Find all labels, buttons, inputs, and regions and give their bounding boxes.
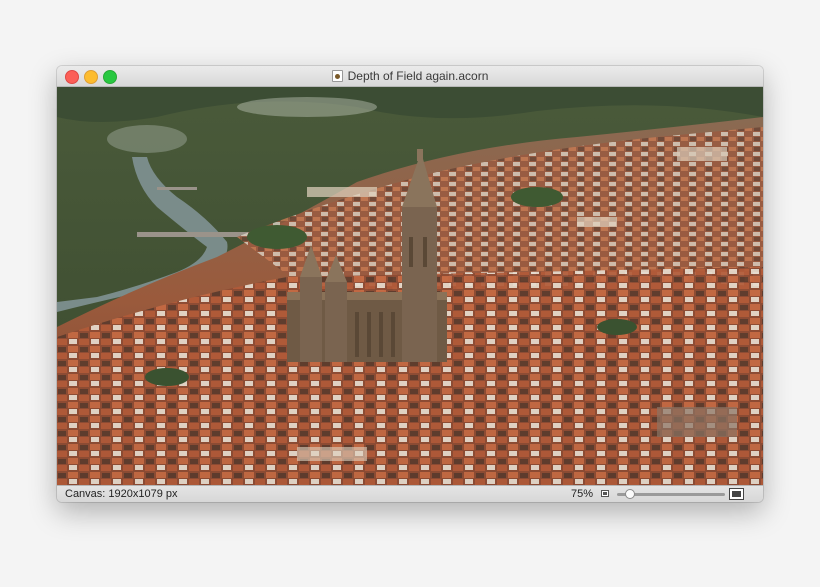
app-window: Depth of Field again.acorn Canvas: 1920x… xyxy=(57,66,763,502)
zoom-out-icon[interactable] xyxy=(601,490,609,497)
close-window-button[interactable] xyxy=(65,70,79,84)
minimize-window-button[interactable] xyxy=(84,70,98,84)
acorn-document-icon[interactable] xyxy=(331,70,343,82)
zoom-slider[interactable] xyxy=(617,489,725,499)
zoom-window-button[interactable] xyxy=(103,70,117,84)
window-title: Depth of Field again.acorn xyxy=(347,69,489,83)
title-wrap: Depth of Field again.acorn xyxy=(331,69,489,83)
status-bar: Canvas: 1920x1079 px 75% xyxy=(57,485,763,502)
zoom-level-label: 75% xyxy=(571,488,594,500)
canvas-size-label: Canvas: 1920x1079 px xyxy=(65,488,178,500)
zoom-slider-knob[interactable] xyxy=(624,489,635,499)
image-canvas[interactable] xyxy=(57,87,763,485)
city-photo xyxy=(57,87,763,485)
zoom-in-icon[interactable] xyxy=(729,488,744,500)
title-bar[interactable]: Depth of Field again.acorn xyxy=(57,66,763,87)
